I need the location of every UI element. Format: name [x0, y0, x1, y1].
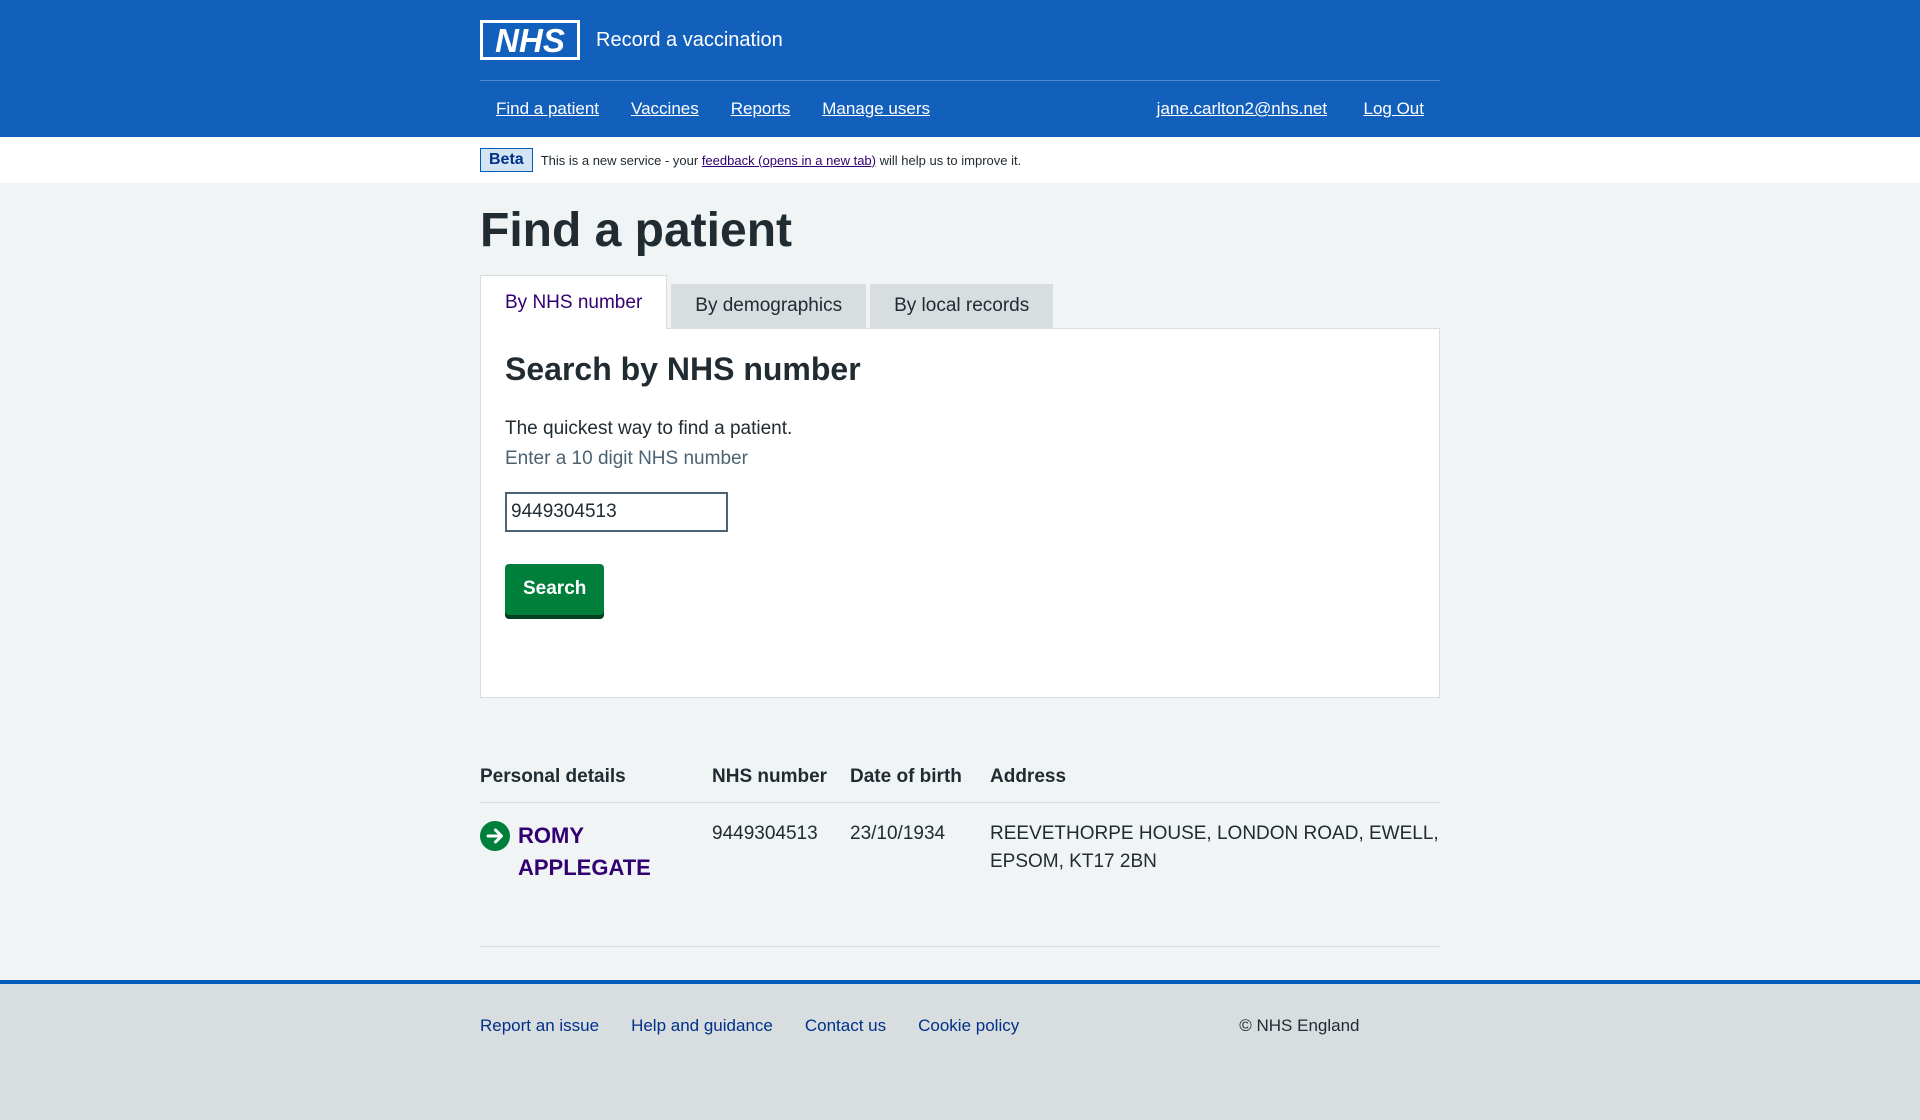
arrow-right-circle-icon: [480, 821, 510, 852]
copyright-text: © NHS England: [1239, 1016, 1360, 1035]
nav-find-a-patient[interactable]: Find a patient: [496, 99, 599, 119]
header-date-of-birth: Date of birth: [850, 754, 990, 804]
tab-panel-nhs-number: Search by NHS number The quickest way to…: [480, 328, 1440, 699]
search-button[interactable]: Search: [505, 564, 605, 616]
nhs-logo-icon: NHS: [480, 20, 580, 60]
main-content: Find a patient By NHS number By demograp…: [480, 203, 1440, 948]
search-tabs: By NHS number By demographics By local r…: [480, 274, 1440, 330]
footer-contact-link[interactable]: Contact us: [805, 1016, 886, 1036]
beta-tag: Beta: [480, 148, 533, 172]
cell-personal-details: ROMY APPLEGATE: [480, 802, 712, 948]
logout-link[interactable]: Log Out: [1364, 99, 1425, 118]
nhs-logo-text: NHS: [495, 22, 565, 59]
header-nav: Find a patient Vaccines Reports Manage u…: [480, 80, 1440, 137]
page-title: Find a patient: [480, 204, 792, 257]
beta-banner: Beta This is a new service - your feedba…: [0, 137, 1920, 183]
footer-report-issue-link[interactable]: Report an issue: [480, 1016, 599, 1036]
patient-name-line2: APPLEGATE: [518, 855, 651, 881]
site-header: NHS Record a vaccination Find a patient …: [0, 0, 1920, 137]
footer-cookie-policy-link[interactable]: Cookie policy: [918, 1016, 1019, 1036]
nav-manage-users[interactable]: Manage users: [822, 99, 930, 119]
patient-name[interactable]: ROMY APPLEGATE: [518, 820, 651, 884]
tab-by-nhs-number[interactable]: By NHS number: [480, 275, 668, 330]
footer-help-link[interactable]: Help and guidance: [631, 1016, 773, 1036]
panel-intro: The quickest way to find a patient.: [505, 418, 793, 440]
nav-user-area: jane.carlton2@nhs.net Log Out: [1157, 99, 1424, 119]
site-footer: Report an issue Help and guidance Contac…: [0, 980, 1920, 1120]
panel-heading: Search by NHS number: [505, 351, 861, 388]
address-line2: EPSOM, KT17 2BN: [990, 851, 1157, 873]
nhs-logo[interactable]: NHS: [480, 20, 580, 60]
cell-address: REEVETHORPE HOUSE, LONDON ROAD, EWELL, E…: [990, 802, 1440, 948]
user-email-link[interactable]: jane.carlton2@nhs.net: [1157, 99, 1327, 118]
results-table: Personal details NHS number Date of birt…: [480, 754, 1440, 948]
results-header-row: Personal details NHS number Date of birt…: [480, 754, 1440, 804]
tab-by-local-records[interactable]: By local records: [870, 284, 1054, 329]
table-row: ROMY APPLEGATE 9449304513 23/10/1934 REE…: [480, 802, 1440, 948]
header-nhs-number: NHS number: [712, 754, 850, 804]
address-line1: REEVETHORPE HOUSE, LONDON ROAD, EWELL,: [990, 823, 1439, 845]
nav-vaccines[interactable]: Vaccines: [631, 99, 699, 119]
nav-reports[interactable]: Reports: [731, 99, 791, 119]
header-top: NHS Record a vaccination: [480, 0, 1440, 80]
beta-text-after: will help us to improve it.: [879, 152, 1022, 168]
service-name[interactable]: Record a vaccination: [596, 29, 783, 52]
cell-date-of-birth: 23/10/1934: [850, 802, 990, 948]
nhs-number-hint: Enter a 10 digit NHS number: [505, 448, 748, 470]
patient-link[interactable]: ROMY APPLEGATE: [480, 820, 712, 884]
feedback-link[interactable]: feedback (opens in a new tab): [702, 153, 876, 168]
nhs-number-input[interactable]: 9449304513: [505, 492, 728, 533]
patient-name-line1: ROMY: [518, 823, 584, 849]
tab-by-demographics[interactable]: By demographics: [671, 284, 867, 329]
header-address: Address: [990, 754, 1440, 804]
header-personal-details: Personal details: [480, 754, 712, 804]
beta-text-before: This is a new service - your: [540, 152, 699, 168]
cell-nhs-number: 9449304513: [712, 802, 850, 948]
